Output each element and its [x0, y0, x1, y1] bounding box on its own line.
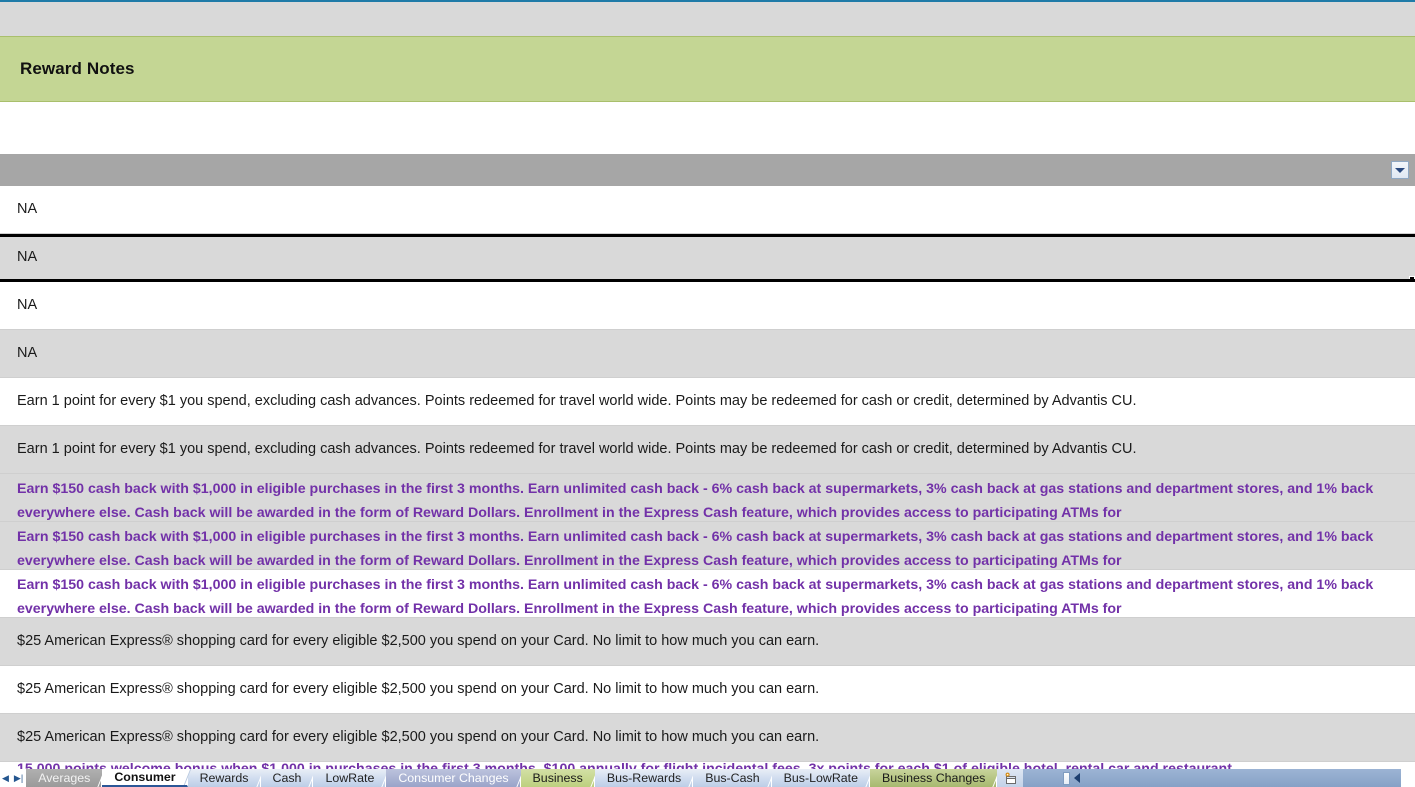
data-grid[interactable]: NA NA NA NA Earn 1 point for every $1 you sp…	[0, 186, 1415, 769]
chevron-down-icon	[1395, 167, 1405, 173]
sheet-tab-label: Bus-Cash	[705, 771, 760, 785]
sheet-tab-bus-lowrate[interactable]: Bus-LowRate	[771, 769, 870, 787]
sheet-tab-label: Consumer Changes	[398, 771, 509, 785]
sheet-tab-business[interactable]: Business	[520, 769, 595, 787]
table-row[interactable]: NA	[0, 186, 1415, 234]
sheet-tab-label: Rewards	[199, 771, 249, 785]
sheet-tab-lowrate[interactable]: LowRate	[313, 769, 387, 787]
table-cell-reward-notes[interactable]: $25 American Express® shopping card for …	[0, 728, 825, 747]
sheet-tab-consumer-changes[interactable]: Consumer Changes	[386, 769, 521, 787]
table-cell-reward-notes[interactable]: Earn $150 cash back with $1,000 in eligi…	[0, 474, 1415, 521]
sheet-tab-label: Consumer	[114, 770, 176, 784]
table-cell-reward-notes[interactable]: NA	[0, 248, 43, 267]
table-row[interactable]: NA	[0, 282, 1415, 330]
white-spacer-row	[0, 103, 1415, 154]
column-title-banner: Reward Notes	[0, 36, 1415, 102]
scroll-left-arrow-icon[interactable]	[1074, 773, 1081, 783]
table-row[interactable]: Earn $150 cash back with $1,000 in eligi…	[0, 570, 1415, 618]
table-cell-reward-notes[interactable]: 15,000 points welcome bonus when $1,000 …	[0, 762, 1415, 769]
sheet-tab-label: Business	[532, 771, 583, 785]
table-row[interactable]: Earn $150 cash back with $1,000 in eligi…	[0, 474, 1415, 522]
table-cell-reward-notes[interactable]: Earn $150 cash back with $1,000 in eligi…	[0, 570, 1415, 617]
sheet-tab-rewards[interactable]: Rewards	[187, 769, 261, 787]
column-header-band	[0, 154, 1415, 186]
sheet-tab-consumer[interactable]: Consumer	[102, 769, 188, 787]
sheet-tab-bar: ◀ ▶| Averages Consumer Rewards Cash LowRate C…	[0, 769, 1415, 787]
sheet-tab-cash[interactable]: Cash	[260, 769, 314, 787]
top-gray-strip	[0, 2, 1415, 36]
table-cell-reward-notes[interactable]: Earn 1 point for every $1 you spend, exc…	[0, 392, 1143, 411]
sheet-tab-averages[interactable]: Averages	[26, 769, 103, 787]
spreadsheet-window: Reward Notes NA NA NA NA Earn 1 point for ev…	[0, 0, 1415, 787]
sheet-tab-label: Bus-LowRate	[783, 771, 858, 785]
table-cell-reward-notes[interactable]: NA	[0, 344, 43, 363]
sheet-tab-bus-cash[interactable]: Bus-Cash	[693, 769, 772, 787]
sheet-tab-business-changes[interactable]: Business Changes	[870, 769, 998, 787]
table-cell-reward-notes[interactable]: Earn $150 cash back with $1,000 in eligi…	[0, 522, 1415, 569]
first-sheet-nav-icon[interactable]: ◀	[2, 773, 9, 783]
table-row[interactable]: Earn 1 point for every $1 you spend, exc…	[0, 426, 1415, 474]
sheet-tab-label: LowRate	[325, 771, 375, 785]
sheet-tab-label: Cash	[272, 771, 302, 785]
sheet-tab-label: Business Changes	[882, 771, 986, 785]
table-row[interactable]: NA	[0, 330, 1415, 378]
horizontal-scrollbar[interactable]	[1023, 769, 1415, 787]
table-row[interactable]: NA	[0, 234, 1415, 282]
table-cell-reward-notes[interactable]: $25 American Express® shopping card for …	[0, 680, 825, 699]
sheet-nav-buttons: ◀ ▶|	[0, 769, 27, 787]
table-cell-reward-notes[interactable]: NA	[0, 296, 43, 315]
table-row[interactable]: Earn 1 point for every $1 you spend, exc…	[0, 378, 1415, 426]
filter-dropdown-button[interactable]	[1391, 161, 1409, 179]
table-cell-reward-notes[interactable]: NA	[0, 200, 43, 219]
scrollbar-split-handle[interactable]	[1063, 771, 1071, 785]
table-row[interactable]: $25 American Express® shopping card for …	[0, 714, 1415, 762]
table-row[interactable]: 15,000 points welcome bonus when $1,000 …	[0, 762, 1415, 769]
sheet-tab-bus-rewards[interactable]: Bus-Rewards	[594, 769, 694, 787]
scrollbar-track-end	[1401, 769, 1415, 787]
sheet-tabs: Averages Consumer Rewards Cash LowRate Consum…	[26, 769, 998, 787]
sheet-tab-label: Bus-Rewards	[606, 771, 682, 785]
sheet-tab-label: Averages	[38, 771, 91, 785]
last-sheet-nav-icon[interactable]: ▶|	[14, 773, 23, 783]
table-cell-reward-notes[interactable]: $25 American Express® shopping card for …	[0, 632, 825, 651]
table-row[interactable]: $25 American Express® shopping card for …	[0, 618, 1415, 666]
table-row[interactable]: $25 American Express® shopping card for …	[0, 666, 1415, 714]
insert-worksheet-icon[interactable]	[997, 769, 1024, 787]
table-cell-reward-notes[interactable]: Earn 1 point for every $1 you spend, exc…	[0, 440, 1143, 459]
page-title: Reward Notes	[20, 59, 135, 78]
table-row[interactable]: Earn $150 cash back with $1,000 in eligi…	[0, 522, 1415, 570]
